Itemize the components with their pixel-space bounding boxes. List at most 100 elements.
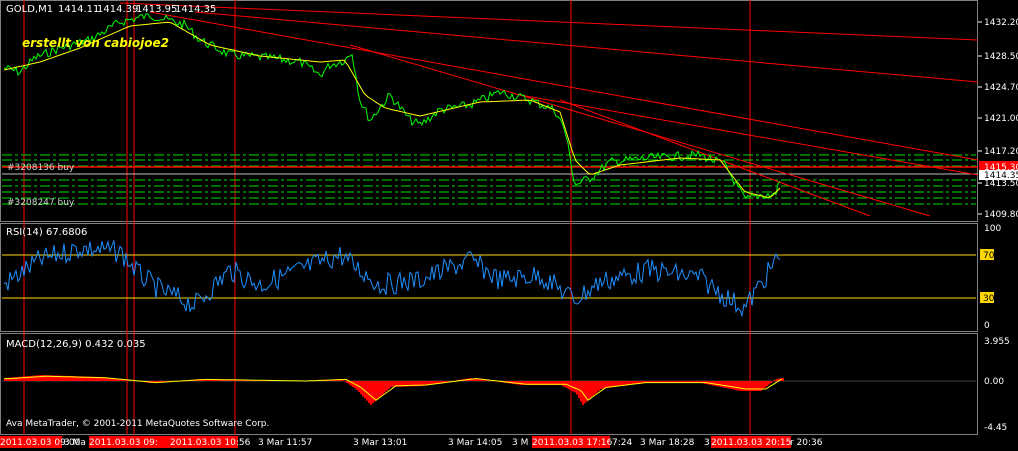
current-price-label: 1414.35 [984, 171, 1018, 181]
time-axis-label: 3 Mar 13:01 [353, 438, 407, 448]
macd-histogram-bar [30, 375, 32, 381]
macd-histogram-bar [590, 381, 592, 398]
time-axis-label: 3 Mar 14:05 [448, 438, 502, 448]
macd-histogram-bar [744, 381, 746, 391]
macd-axis-label: -4.45 [984, 423, 1007, 433]
macd-histogram-bar [722, 381, 724, 388]
time-highlight-label: 2011.03.03 17:16 [532, 438, 613, 448]
macd-histogram-bar [738, 381, 740, 391]
panel-borders [0, 0, 978, 435]
time-axis-label: 3 Mar 11:57 [258, 438, 312, 448]
macd-histogram-bar [724, 381, 726, 388]
macd-histogram-bar [446, 381, 448, 382]
order-label: #3208247 buy [7, 198, 75, 208]
macd-histogram-bar [562, 381, 564, 387]
time-axis-partial: 3 [704, 438, 710, 448]
macd-histogram-bar [28, 376, 30, 381]
time-highlight-label: 2011.03.03 10:56 [170, 438, 251, 448]
macd-histogram-bar [730, 381, 732, 389]
macd-histogram-bar [366, 381, 368, 401]
macd-histogram-bar [736, 381, 738, 391]
macd-histogram-bar [32, 375, 34, 381]
macd-histogram-bar [520, 381, 522, 385]
macd-histogram-bar [726, 381, 728, 389]
trendline[interactable] [119, 2, 979, 41]
macd-histogram-bar [40, 375, 42, 381]
rsi-axis-label: 100 [984, 224, 1001, 234]
macd-histogram-bar [376, 381, 378, 400]
watermark-text: erstellt von cabiojoe2 [22, 36, 169, 50]
trendline[interactable] [194, 11, 979, 83]
macd-histogram-bar [370, 381, 372, 405]
macd-histogram-bar [34, 375, 36, 381]
macd-histogram-bar [592, 381, 594, 397]
macd-histogram-bar [740, 381, 742, 391]
macd-histogram-bar [594, 381, 596, 395]
time-axis-label: 3 Mar 18:28 [640, 438, 695, 448]
macd-histogram-bar [770, 381, 772, 383]
macd-histogram-bar [380, 381, 382, 396]
macd-histogram-bar [728, 381, 730, 389]
macd-title: MACD(12,26,9) 0.432 0.035 [6, 339, 146, 350]
macd-histogram-bar [392, 381, 394, 387]
price-axis-label: 1424.70 [984, 83, 1018, 93]
macd-histogram-bar [596, 381, 598, 393]
trendlines [119, 2, 979, 217]
order-lines [2, 154, 976, 205]
macd-histogram-bar [732, 381, 734, 390]
ohlc-open: 1414.11 [58, 4, 99, 15]
macd-histogram-bar [762, 381, 764, 390]
rsi-level-30-label: 30 [983, 294, 995, 304]
price-axis: 1432.20 1428.50 1424.70 1421.00 1417.20 … [978, 18, 1018, 220]
price-axis-label: 1421.00 [984, 114, 1018, 124]
macd-histogram-bar [378, 381, 380, 398]
time-highlight-label: 2011.03.03 09: [89, 438, 158, 448]
macd-histogram-bar [598, 381, 600, 391]
macd-histogram-bar [588, 381, 590, 400]
macd-histogram-bar [38, 375, 40, 381]
macd-histogram-bar [24, 376, 26, 381]
macd-histogram-bar [372, 381, 374, 404]
macd-histogram-bar [382, 381, 384, 395]
macd-histogram-bar [386, 381, 388, 391]
trendline[interactable] [559, 99, 871, 217]
rsi-level-70-label: 70 [983, 251, 995, 261]
macd-histogram-bar [346, 381, 348, 383]
price-axis-label: 1409.80 [984, 210, 1018, 220]
trendline[interactable] [349, 44, 931, 217]
time-axis: 2011.03.03 09:00 3 Ma 2011.03.03 09: 201… [0, 436, 823, 448]
time-axis-partial: r 20:36 [790, 438, 823, 448]
price-axis-label: 1432.20 [984, 18, 1018, 28]
rsi-title: RSI(14) 67.6806 [6, 227, 87, 238]
copyright-text: Ava MetaTrader, © 2001-2011 MetaQuotes S… [6, 419, 269, 429]
trading-chart[interactable]: GOLD,M1 1414.11 1414.39 1413.95 1414.35 … [0, 0, 1018, 451]
macd-histogram-bar [22, 376, 24, 381]
time-highlight-label: 2011.03.03 20:15 [711, 438, 791, 448]
time-axis-partial: 3 M [512, 438, 528, 448]
macd-histogram-bar [16, 377, 18, 381]
macd-histogram-bar [768, 381, 770, 385]
macd-histogram-bar [742, 381, 744, 391]
macd-histogram-bar [344, 381, 346, 382]
macd-histogram-bar [368, 381, 370, 403]
macd-histogram-bar [764, 381, 766, 388]
macd-histogram-bar [600, 381, 602, 389]
macd-histogram-bar [720, 381, 722, 387]
symbol-info: GOLD,M1 [6, 4, 53, 15]
macd-axis-label: 0.00 [984, 377, 1004, 387]
macd-axis-label: 3.955 [984, 337, 1010, 347]
macd-histogram-bar [718, 381, 720, 387]
rsi-axis-label: 0 [984, 321, 990, 331]
rsi-series [3, 239, 781, 318]
ohlc-low: 1413.95 [136, 4, 177, 15]
price-axis-label: 1428.50 [984, 52, 1018, 62]
macd-histogram-bar [36, 375, 38, 381]
macd-histogram-bar [342, 380, 344, 381]
macd-histogram-bar [572, 381, 574, 392]
macd-histogram-bar [714, 381, 716, 386]
macd-histogram-bar [388, 381, 390, 389]
macd-histogram-bar [776, 378, 778, 381]
ohlc-close: 1414.35 [175, 4, 216, 15]
macd-histogram-bar [734, 381, 736, 390]
macd-histogram-bar [782, 378, 784, 381]
